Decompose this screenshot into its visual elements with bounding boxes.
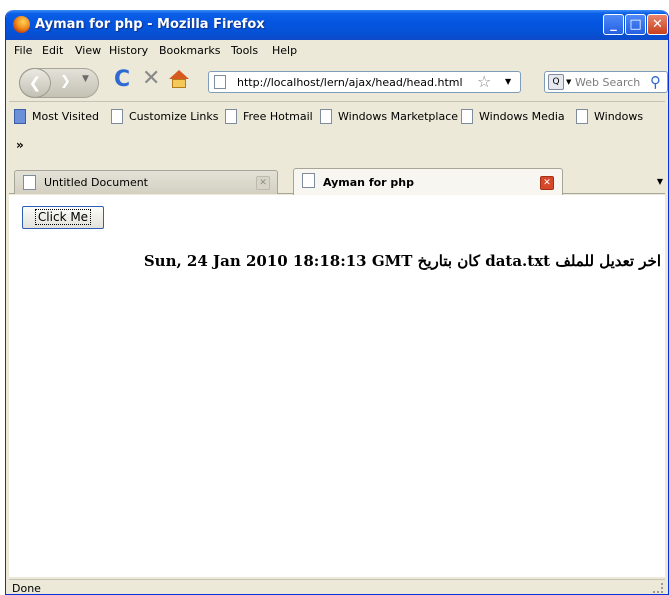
- resize-grip-icon[interactable]: [653, 583, 663, 593]
- back-button[interactable]: ❮: [19, 68, 51, 98]
- maximize-button[interactable]: □: [625, 14, 646, 35]
- page-icon: [214, 75, 226, 89]
- search-icon[interactable]: ⚲: [650, 73, 661, 91]
- bookmarks-toolbar: Most Visited Customize Links Free Hotmai…: [9, 104, 665, 130]
- forward-button[interactable]: ❯: [60, 74, 71, 89]
- page-icon: [111, 109, 123, 124]
- url-dropdown-icon[interactable]: ▼: [505, 77, 511, 86]
- tab-ayman-for-php[interactable]: Ayman for php ✕: [293, 168, 563, 195]
- last-modified-text: اخر تعديل للملف data.txt كان بتاريخ Sun,…: [143, 252, 661, 270]
- page-icon: [23, 175, 36, 190]
- tab-close-icon[interactable]: ✕: [256, 176, 270, 190]
- bookmark-star-icon[interactable]: ☆: [477, 72, 491, 91]
- tab-strip: Untitled Document ✕ Ayman for php ✕ ▼: [9, 167, 667, 195]
- menu-history[interactable]: History: [109, 44, 148, 57]
- window-title: Ayman for php - Mozilla Firefox: [35, 17, 265, 32]
- tab-close-icon[interactable]: ✕: [540, 176, 554, 190]
- menu-bar: File Edit View History Bookmarks Tools H…: [9, 42, 665, 60]
- menu-tools[interactable]: Tools: [231, 44, 258, 57]
- click-me-button[interactable]: Click Me: [22, 206, 104, 229]
- most-visited-icon: [14, 109, 26, 124]
- firefox-logo-icon: [13, 16, 30, 33]
- menu-bookmarks[interactable]: Bookmarks: [159, 44, 220, 57]
- page-icon: [302, 173, 315, 188]
- bookmarks-overflow-icon[interactable]: »: [16, 138, 24, 152]
- page-icon: [576, 109, 588, 124]
- search-box[interactable]: Q ▼ Web Search ⚲: [544, 71, 668, 93]
- reload-icon[interactable]: C: [114, 67, 130, 92]
- menu-view[interactable]: View: [75, 44, 101, 57]
- page-icon: [461, 109, 473, 124]
- menu-help[interactable]: Help: [272, 44, 297, 57]
- status-text: Done: [12, 582, 41, 595]
- search-engine-icon[interactable]: Q: [548, 74, 564, 90]
- home-icon[interactable]: [169, 70, 189, 90]
- minimize-button[interactable]: _: [603, 14, 624, 35]
- tab-list-icon[interactable]: ▼: [653, 171, 667, 193]
- page-content: Click Me اخر تعديل للملف data.txt كان بت…: [9, 195, 665, 577]
- back-forward-group: ❮ ❯ ▼: [19, 68, 99, 98]
- tab-untitled-document[interactable]: Untitled Document ✕: [14, 170, 278, 194]
- stop-icon[interactable]: ✕: [142, 66, 160, 91]
- menu-edit[interactable]: Edit: [42, 44, 63, 57]
- close-window-button[interactable]: ✕: [647, 14, 668, 35]
- navigation-toolbar: ❮ ❯ ▼ C ✕ http://localhost/lern/ajax/hea…: [9, 62, 668, 102]
- title-bar[interactable]: Ayman for php - Mozilla Firefox _ □ ✕: [6, 10, 668, 40]
- click-me-label: Click Me: [34, 209, 92, 225]
- page-icon: [225, 109, 237, 124]
- search-input[interactable]: Web Search: [575, 76, 640, 89]
- status-bar: Done: [9, 579, 665, 595]
- url-text[interactable]: http://localhost/lern/ajax/head/head.htm…: [237, 76, 463, 89]
- history-dropdown-icon[interactable]: ▼: [82, 74, 89, 84]
- browser-window: Ayman for php - Mozilla Firefox _ □ ✕ Fi…: [5, 10, 669, 595]
- page-icon: [320, 109, 332, 124]
- menu-file[interactable]: File: [14, 44, 32, 57]
- address-bar[interactable]: http://localhost/lern/ajax/head/head.htm…: [208, 71, 521, 93]
- engine-dropdown-icon[interactable]: ▼: [566, 78, 571, 86]
